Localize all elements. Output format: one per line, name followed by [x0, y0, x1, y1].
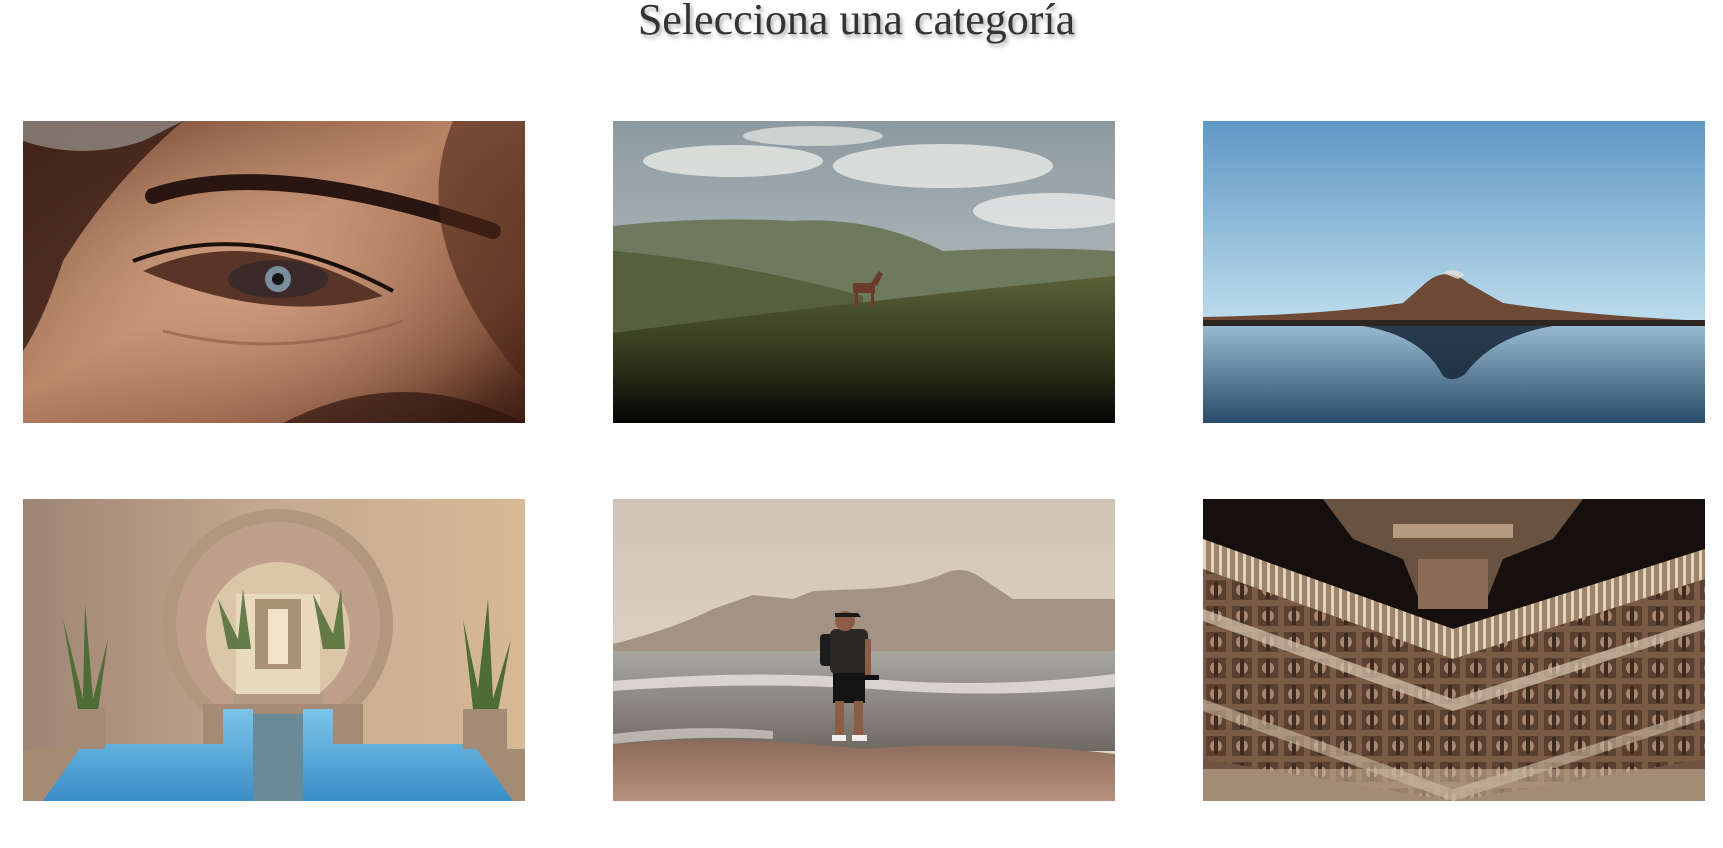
carved-temple-photo [1203, 499, 1705, 801]
horse-on-hill-photo [613, 121, 1115, 423]
arched-pool-photo [23, 499, 525, 801]
category-card-landscape[interactable] [1203, 121, 1705, 423]
category-card-architecture[interactable] [23, 499, 525, 801]
page-title: Selecciona una categoría [637, 0, 1076, 44]
eye-closeup-photo [23, 121, 525, 423]
hiker-at-sea-photo [613, 499, 1115, 801]
category-card-portrait[interactable] [23, 121, 525, 423]
category-card-heritage[interactable] [1203, 499, 1705, 801]
category-card-travel[interactable] [613, 499, 1115, 801]
mountain-reflection-photo [1203, 121, 1705, 423]
category-grid [23, 121, 1705, 801]
category-card-animals[interactable] [613, 121, 1115, 423]
